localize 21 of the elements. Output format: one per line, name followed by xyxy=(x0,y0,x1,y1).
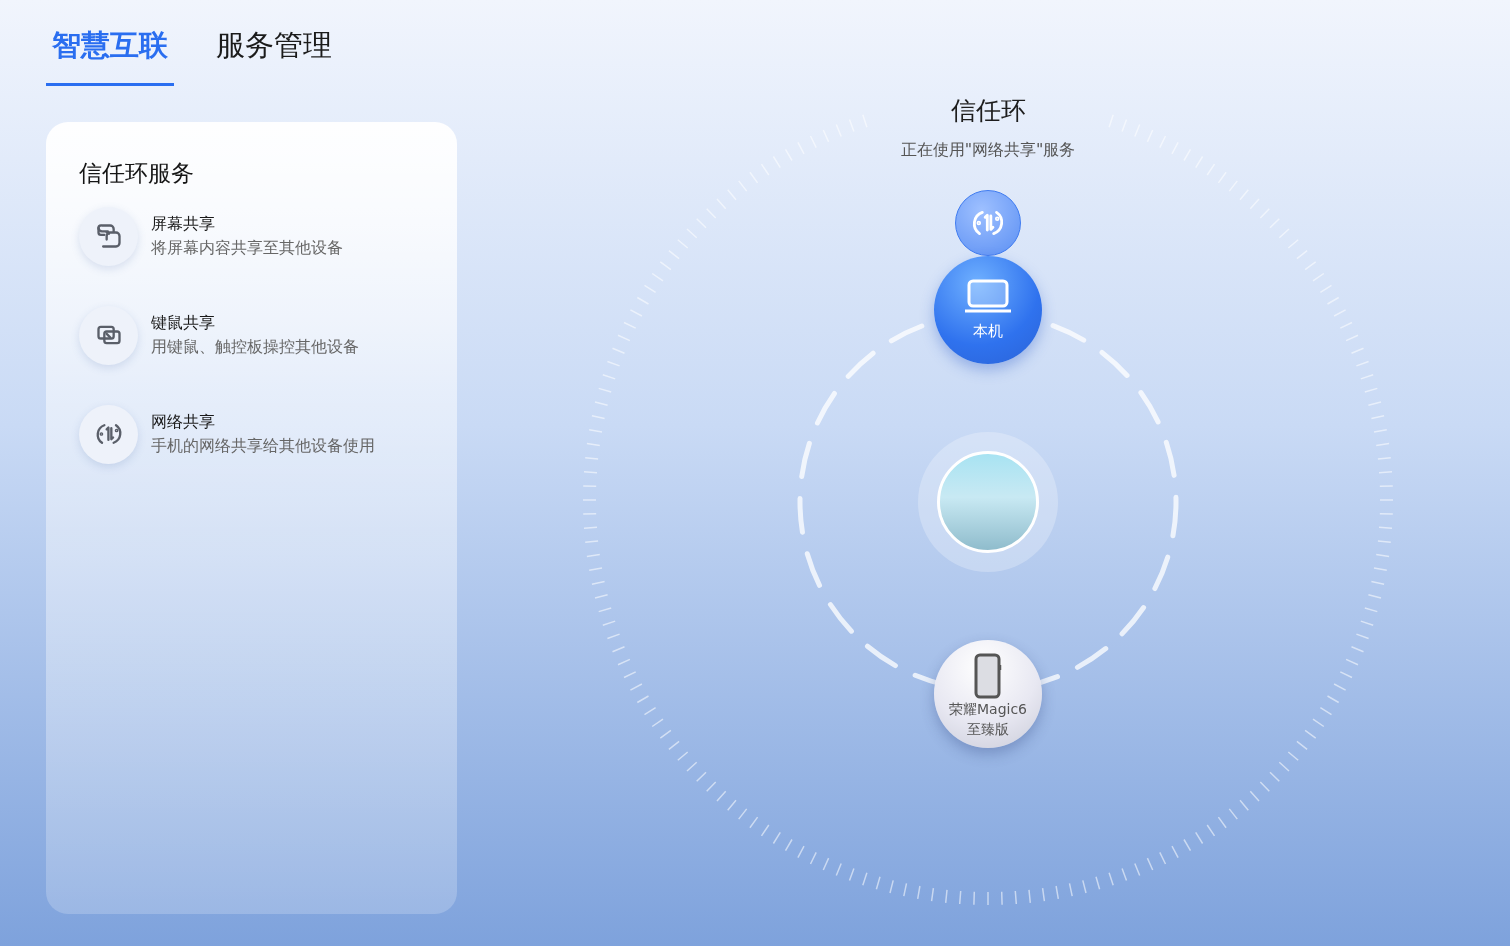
service-name: 键鼠共享 xyxy=(151,312,216,334)
service-button[interactable] xyxy=(79,404,138,464)
tab[interactable]: 智慧互联 xyxy=(46,0,174,86)
device-name: 荣耀Magic6 至臻版 xyxy=(948,699,1027,739)
phone-icon xyxy=(974,652,1002,699)
device-name: 本机 xyxy=(973,320,1003,342)
laptop-icon xyxy=(964,277,1012,314)
service-description: 用键鼠、触控板操控其他设备 xyxy=(151,336,359,358)
service-button[interactable] xyxy=(79,305,138,365)
panel-title: 信任环服务 xyxy=(79,159,195,188)
phone-device-node[interactable]: 荣耀Magic6 至臻版 xyxy=(934,640,1042,748)
service-description: 手机的网络共享给其他设备使用 xyxy=(151,435,375,457)
local-device-node[interactable]: 本机 xyxy=(934,256,1042,364)
service-name: 屏幕共享 xyxy=(151,213,216,235)
tab[interactable]: 服务管理 xyxy=(210,0,338,86)
screen-share-icon xyxy=(94,222,123,250)
service-description: 将屏幕内容共享至其他设备 xyxy=(151,237,343,259)
ring-title: 信任环 xyxy=(949,95,1027,127)
service-name: 网络共享 xyxy=(151,411,216,433)
ring-status: 正在使用"网络共享"服务 xyxy=(899,139,1077,161)
service-button[interactable] xyxy=(79,206,138,266)
